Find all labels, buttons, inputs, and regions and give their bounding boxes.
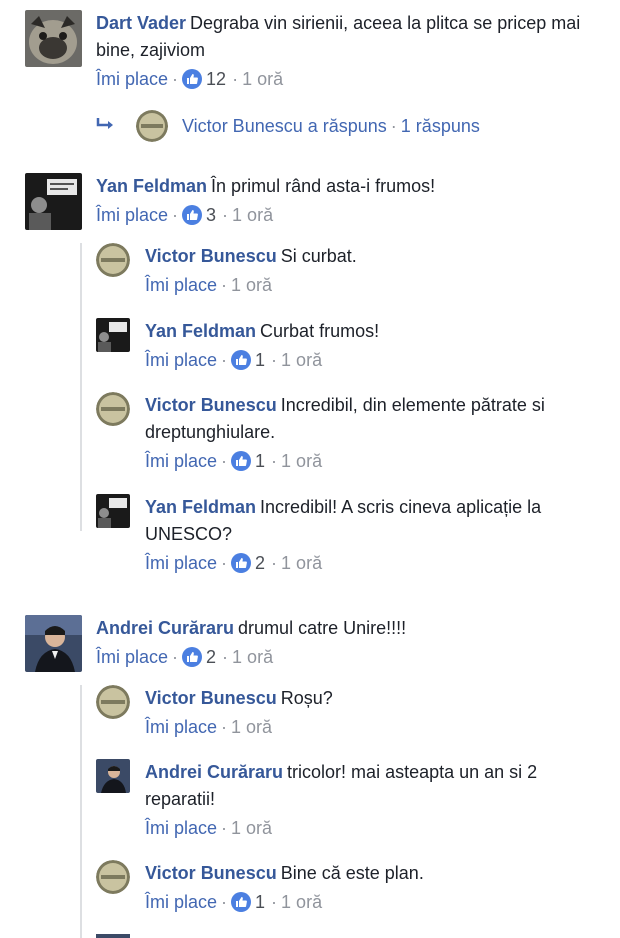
comment-text: Yan Feldman În primul rând asta-i frumos!	[96, 176, 436, 196]
like-button[interactable]: Îmi place	[145, 273, 217, 297]
comment-actions: Îmi place · 1 · 1 oră	[145, 449, 323, 473]
author-name[interactable]: Yan Feldman	[145, 497, 256, 517]
thumbs-up-icon[interactable]	[182, 205, 203, 225]
comment-text: Victor Bunescu Si curbat.	[145, 246, 357, 266]
like-count[interactable]: 1	[255, 449, 265, 473]
timestamp[interactable]: 1 oră	[232, 645, 273, 669]
like-button[interactable]: Îmi place	[96, 203, 168, 227]
like-count[interactable]: 2	[255, 551, 265, 575]
like-button[interactable]: Îmi place	[96, 67, 168, 91]
comment-text: Yan Feldman Incredibil! A scris cineva ap…	[145, 497, 542, 544]
timestamp[interactable]: 1 oră	[281, 551, 322, 575]
timestamp[interactable]: 1 oră	[281, 348, 322, 372]
comment-text: Victor Bunescu Bine că este plan.	[145, 863, 424, 883]
comment-actions: Îmi place · 1 · 1 oră	[145, 348, 323, 372]
comment-text: Andrei Curăraru drumul catre Unire!!!!	[96, 618, 407, 638]
thumbs-up-icon[interactable]	[231, 553, 252, 573]
like-button[interactable]: Îmi place	[96, 645, 168, 669]
comment-actions: Îmi place · 1 oră	[145, 715, 273, 739]
like-count[interactable]: 12	[206, 67, 226, 91]
like-count[interactable]: 2	[206, 645, 216, 669]
replies-author[interactable]: Victor Bunescu a răspuns	[182, 116, 387, 137]
like-count[interactable]: 1	[255, 890, 265, 914]
comment-actions: Îmi place · 1 oră	[145, 816, 273, 840]
author-name[interactable]: Andrei Curăraru	[145, 762, 283, 782]
replies-count[interactable]: 1 răspuns	[401, 116, 480, 137]
like-count[interactable]: 1	[255, 348, 265, 372]
like-button[interactable]: Îmi place	[145, 551, 217, 575]
author-name[interactable]: Victor Bunescu	[145, 688, 277, 708]
author-name[interactable]: Yan Feldman	[145, 321, 256, 341]
author-name[interactable]: Victor Bunescu	[145, 395, 277, 415]
timestamp[interactable]: 1 oră	[232, 203, 273, 227]
timestamp[interactable]: 1 oră	[242, 67, 283, 91]
avatar	[136, 110, 168, 142]
reply-thread-line	[80, 243, 82, 531]
avatar	[96, 934, 130, 938]
comment-actions: Îmi place · 2 · 1 oră	[145, 551, 323, 575]
comment-text: Andrei Curăraru tricolor! mai asteapta un…	[145, 762, 538, 809]
comment-actions: Îmi place · 3 · 1 oră	[96, 203, 274, 227]
author-name[interactable]: Andrei Curăraru	[96, 618, 234, 638]
avatar[interactable]	[96, 685, 130, 719]
thumbs-up-icon[interactable]	[231, 892, 252, 912]
thumbs-up-icon[interactable]	[231, 451, 252, 471]
like-button[interactable]: Îmi place	[145, 449, 217, 473]
reply-thread-line	[80, 685, 82, 938]
like-button[interactable]: Îmi place	[145, 715, 217, 739]
avatar[interactable]	[96, 860, 130, 894]
like-button[interactable]: Îmi place	[145, 816, 217, 840]
like-button[interactable]: Îmi place	[145, 890, 217, 914]
avatar[interactable]	[25, 10, 82, 67]
comment-actions: Îmi place · 2 · 1 oră	[96, 645, 274, 669]
comment-actions: Îmi place · 12 · 1 oră	[96, 67, 284, 91]
avatar[interactable]	[96, 392, 130, 426]
comment-text: Dart Vader Degraba vin sirienii, aceea la…	[96, 13, 581, 60]
thumbs-up-icon[interactable]	[231, 350, 252, 370]
timestamp[interactable]: 1 oră	[231, 273, 272, 297]
avatar[interactable]	[25, 173, 82, 230]
like-button[interactable]: Îmi place	[145, 348, 217, 372]
avatar[interactable]	[96, 243, 130, 277]
comment-actions: Îmi place · 1 oră	[145, 273, 273, 297]
comment-text: Victor Bunescu Roșu?	[145, 688, 333, 708]
avatar[interactable]	[25, 615, 82, 672]
author-name[interactable]: Victor Bunescu	[145, 863, 277, 883]
author-name[interactable]: Victor Bunescu	[145, 246, 277, 266]
comment-actions: Îmi place · 1 · 1 oră	[145, 890, 323, 914]
author-name[interactable]: Dart Vader	[96, 13, 186, 33]
avatar[interactable]	[96, 494, 130, 528]
thumbs-up-icon[interactable]	[182, 647, 203, 667]
comment-text: Victor Bunescu Incredibil, din elemente p…	[145, 395, 545, 442]
avatar[interactable]	[96, 759, 130, 793]
avatar[interactable]	[96, 318, 130, 352]
comment-text: Yan Feldman Curbat frumos!	[145, 321, 380, 341]
thumbs-up-icon[interactable]	[182, 69, 203, 89]
author-name[interactable]: Yan Feldman	[96, 176, 207, 196]
timestamp[interactable]: 1 oră	[281, 890, 322, 914]
timestamp[interactable]: 1 oră	[281, 449, 322, 473]
timestamp[interactable]: 1 oră	[231, 715, 272, 739]
timestamp[interactable]: 1 oră	[231, 816, 272, 840]
reply-arrow-icon	[96, 116, 116, 137]
view-replies-link[interactable]: Victor Bunescu a răspuns · 1 răspuns	[96, 110, 480, 142]
like-count[interactable]: 3	[206, 203, 216, 227]
